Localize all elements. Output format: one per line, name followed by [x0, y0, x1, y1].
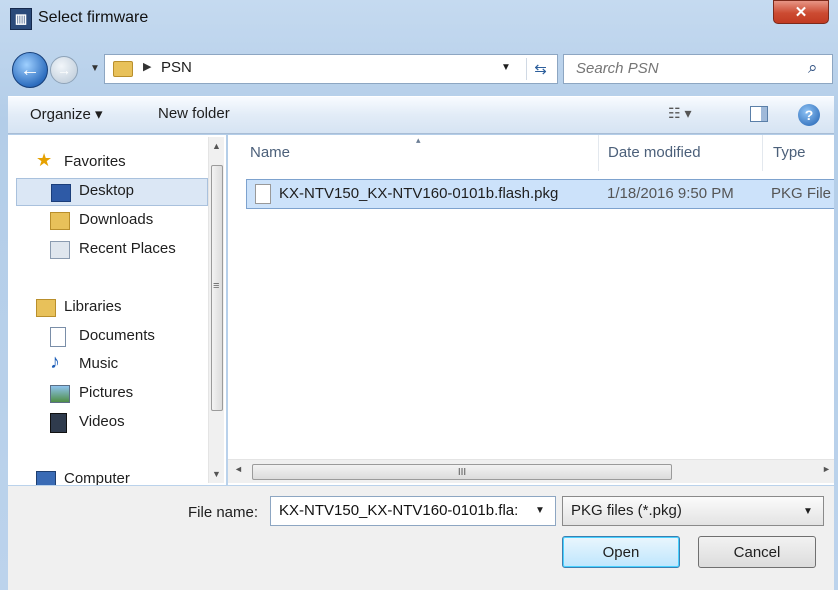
- sidebar-item-libraries[interactable]: Libraries: [8, 294, 206, 320]
- file-type-select[interactable]: PKG files (*.pkg) ▼: [562, 496, 824, 526]
- scroll-right-icon[interactable]: ►: [822, 464, 831, 474]
- sidebar-item-label: Music: [79, 355, 119, 372]
- cancel-button[interactable]: Cancel: [698, 536, 816, 568]
- address-bar[interactable]: ▶ PSN ▼ ⇆: [104, 54, 558, 84]
- sidebar-item-label: Desktop: [79, 182, 135, 199]
- file-name-combobox[interactable]: ▼: [270, 496, 556, 526]
- file-date-modified: 1/18/2016 9:50 PM: [607, 185, 734, 202]
- sidebar-item-desktop[interactable]: Desktop: [16, 178, 208, 206]
- computer-icon: [36, 471, 56, 485]
- breadcrumb-psn[interactable]: PSN: [161, 59, 192, 76]
- sidebar-item-downloads[interactable]: Downloads: [8, 207, 206, 233]
- sidebar-item-label: Pictures: [79, 384, 134, 401]
- sidebar-item-videos[interactable]: Videos: [8, 409, 206, 435]
- music-icon: ♪: [50, 351, 60, 373]
- file-name-dropdown-icon[interactable]: ▼: [535, 505, 545, 516]
- window-title: Select firmware: [38, 9, 149, 26]
- sort-ascending-icon: ▴: [416, 135, 421, 145]
- scroll-grip-icon: ≡: [213, 280, 220, 292]
- file-name-label: File name:: [188, 504, 259, 521]
- column-header-type[interactable]: Type: [773, 144, 806, 161]
- sidebar-item-label: Recent Places: [79, 240, 176, 257]
- address-dropdown-icon[interactable]: ▼: [501, 62, 511, 73]
- column-divider[interactable]: [598, 135, 599, 171]
- change-view-button[interactable]: ☷ ▾: [668, 105, 691, 122]
- breadcrumb-separator-icon[interactable]: ▶: [143, 60, 151, 73]
- navigation-scroll-thumb[interactable]: ≡: [211, 165, 223, 411]
- sidebar-item-label: Favorites: [64, 153, 126, 170]
- help-button[interactable]: ?: [798, 104, 820, 126]
- sidebar-item-music[interactable]: ♪ Music: [8, 351, 206, 377]
- navigation-pane: ★ Favorites Desktop Downloads Recent Pla…: [8, 135, 226, 485]
- file-name-input[interactable]: [277, 501, 527, 520]
- pictures-icon: [50, 385, 70, 403]
- downloads-folder-icon: [50, 212, 70, 230]
- close-button[interactable]: ✕: [773, 0, 829, 24]
- back-button[interactable]: ←: [12, 52, 48, 88]
- sidebar-item-documents[interactable]: Documents: [8, 323, 206, 349]
- command-toolbar: Organize ▾ New folder ☷ ▾ ?: [8, 96, 834, 134]
- recent-places-icon: [50, 241, 70, 259]
- column-header-name[interactable]: Name: [250, 144, 290, 161]
- open-button[interactable]: Open: [562, 536, 680, 568]
- file-list-pane: Name ▴ Date modified Type KX-NTV150_KX-N…: [228, 135, 834, 485]
- app-icon: ▥: [10, 8, 32, 30]
- search-box[interactable]: ⌕: [563, 54, 833, 84]
- scroll-left-icon[interactable]: ◄: [234, 464, 243, 474]
- sidebar-item-computer[interactable]: Computer: [8, 466, 206, 485]
- preview-pane-button[interactable]: [750, 106, 768, 122]
- libraries-icon: [36, 299, 56, 317]
- forward-button[interactable]: →: [50, 56, 78, 84]
- forward-arrow-icon: →: [57, 62, 71, 78]
- new-folder-button[interactable]: New folder: [158, 105, 230, 122]
- recent-locations-dropdown[interactable]: ▼: [90, 63, 100, 74]
- sidebar-item-label: Computer: [64, 470, 130, 485]
- sidebar-item-favorites[interactable]: ★ Favorites: [8, 149, 206, 175]
- file-icon: [255, 184, 271, 204]
- dialog-window: ▥ Select firmware ✕ ← → ▼ ▶ PSN ▼ ⇆ ⌕ Or…: [0, 0, 838, 590]
- sidebar-item-pictures[interactable]: Pictures: [8, 380, 206, 406]
- file-type-dropdown-icon[interactable]: ▼: [803, 506, 813, 517]
- navigation-pane-scrollbar[interactable]: ▲ ≡ ▼: [208, 137, 224, 483]
- file-name: KX-NTV150_KX-NTV160-0101b.flash.pkg: [279, 185, 559, 202]
- column-header-date-modified[interactable]: Date modified: [608, 144, 701, 161]
- organize-button[interactable]: Organize ▾: [30, 105, 103, 123]
- back-arrow-icon: ←: [20, 58, 40, 81]
- file-list-horizontal-scrollbar[interactable]: ◄ III ►: [228, 459, 834, 483]
- dialog-footer: File name: ▼ PKG files (*.pkg) ▼ Open Ca…: [8, 486, 834, 590]
- refresh-icon: ⇆: [534, 61, 547, 78]
- help-icon: ?: [804, 107, 814, 123]
- scroll-down-icon[interactable]: ▼: [212, 469, 221, 479]
- videos-icon: [50, 413, 67, 433]
- sidebar-item-label: Libraries: [64, 298, 122, 315]
- file-type-value: PKG files (*.pkg): [571, 502, 682, 519]
- sidebar-item-label: Downloads: [79, 211, 154, 228]
- sidebar-item-label: Videos: [79, 413, 125, 430]
- scroll-up-icon[interactable]: ▲: [212, 141, 221, 151]
- search-icon[interactable]: ⌕: [808, 58, 818, 78]
- column-divider[interactable]: [762, 135, 763, 171]
- sidebar-item-label: Documents: [79, 327, 155, 344]
- scroll-grip-icon: III: [457, 466, 467, 478]
- title-bar: ▥ Select firmware ✕: [0, 0, 838, 46]
- close-icon: ✕: [794, 4, 808, 21]
- documents-icon: [50, 327, 66, 347]
- horizontal-scroll-thumb[interactable]: III: [252, 464, 672, 480]
- file-row[interactable]: KX-NTV150_KX-NTV160-0101b.flash.pkg 1/18…: [246, 179, 834, 209]
- file-type: PKG File: [771, 185, 832, 202]
- folder-icon: [113, 61, 133, 77]
- refresh-button[interactable]: ⇆: [526, 58, 554, 80]
- search-input[interactable]: [574, 59, 794, 78]
- star-icon: ★: [36, 150, 53, 170]
- desktop-icon: [51, 184, 71, 202]
- sidebar-item-recent-places[interactable]: Recent Places: [8, 236, 206, 262]
